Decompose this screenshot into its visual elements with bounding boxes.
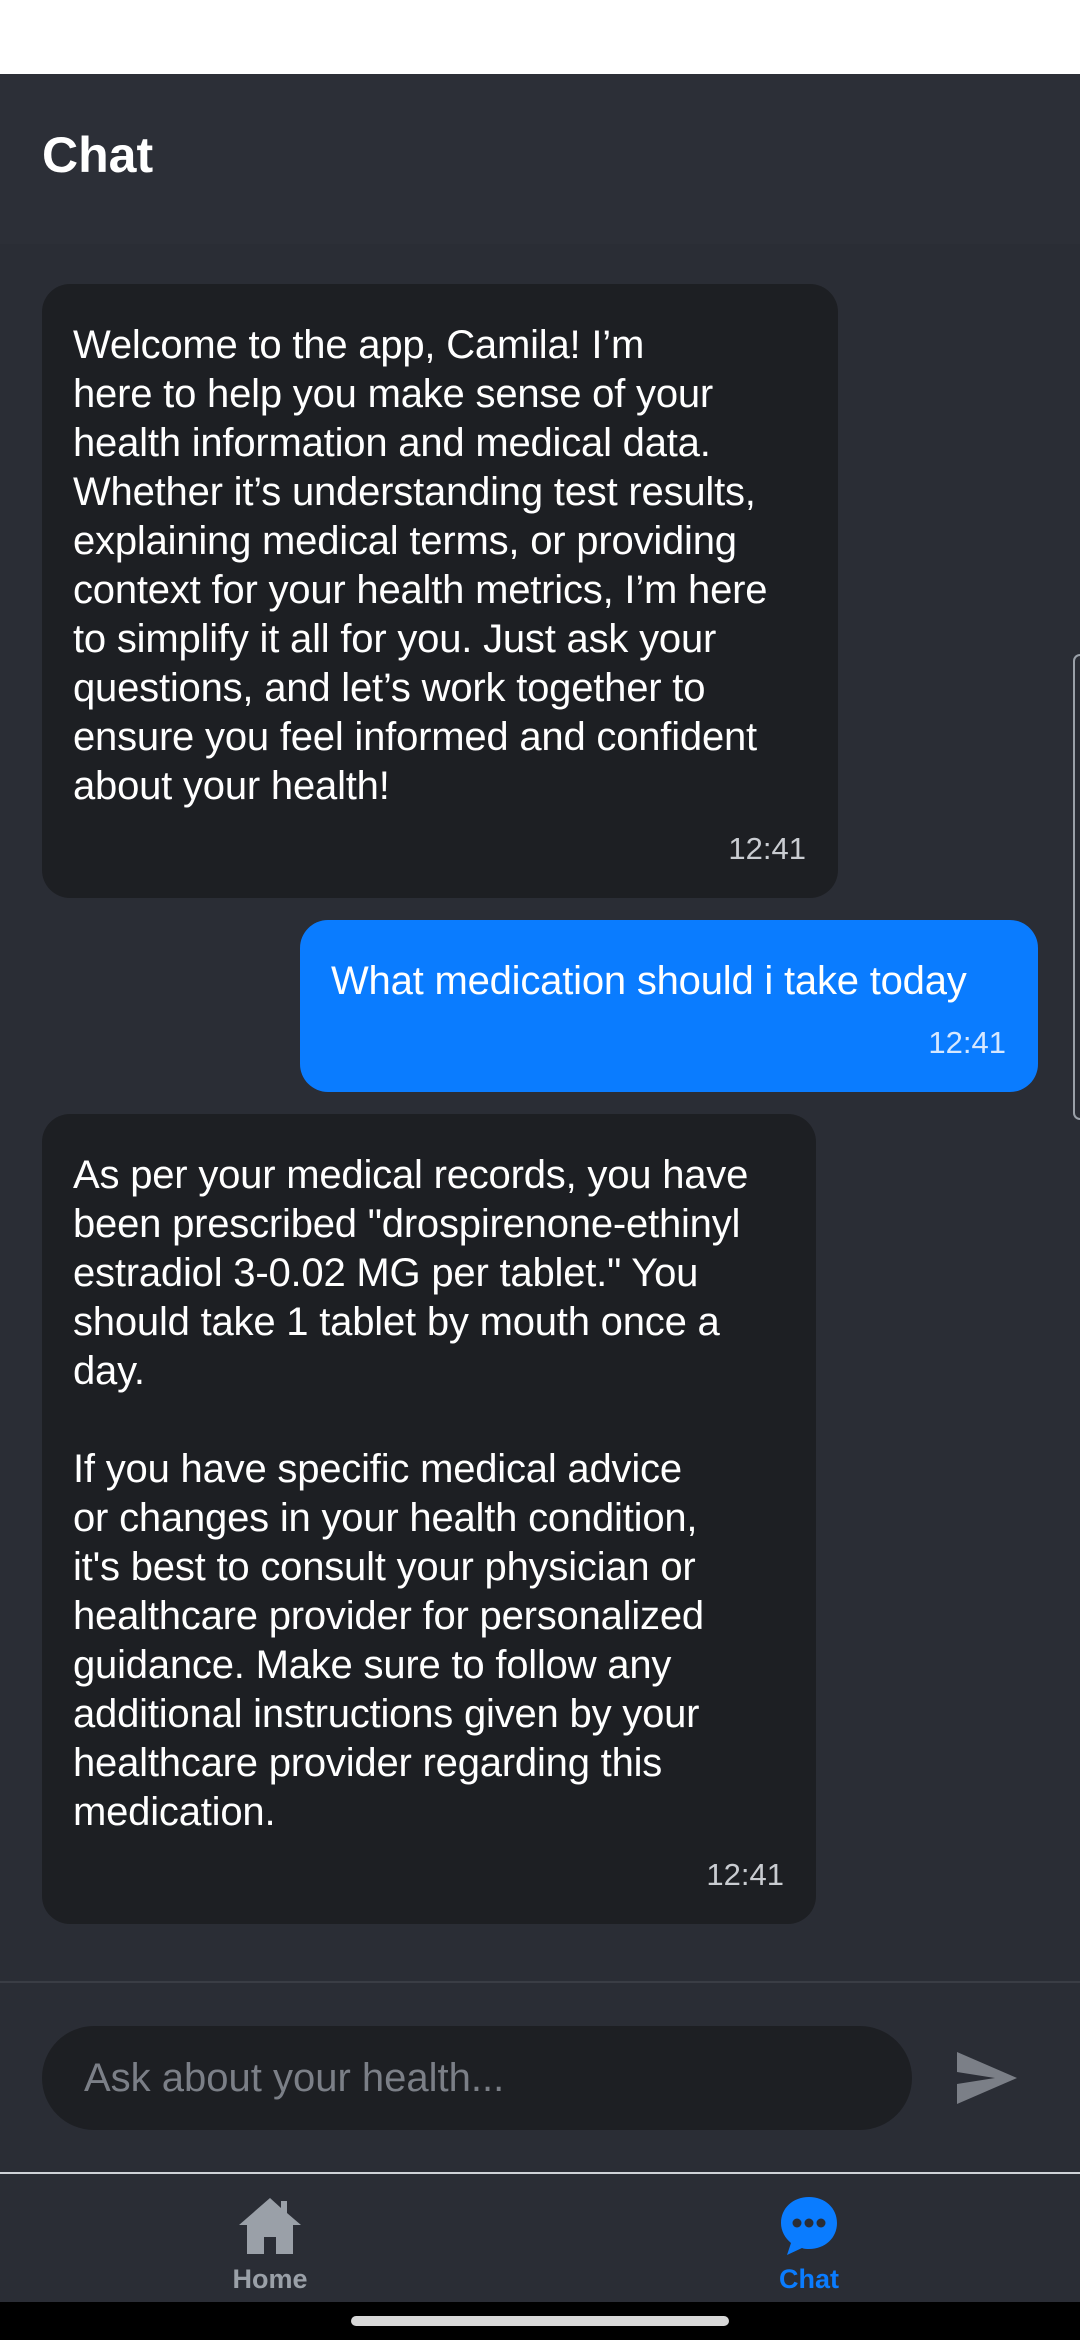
send-button[interactable] xyxy=(952,2043,1022,2113)
user-message-bubble: What medication should i take today 12:4… xyxy=(300,920,1038,1092)
message-timestamp: 12:41 xyxy=(706,1857,784,1892)
bot-message-bubble: Welcome to the app, Camila! I’m here to … xyxy=(42,284,838,898)
chat-input[interactable] xyxy=(42,2026,912,2130)
app-header: Chat xyxy=(0,74,1080,244)
message-composer xyxy=(0,1981,1080,2172)
message-timestamp: 12:41 xyxy=(728,831,806,866)
status-bar xyxy=(0,0,1080,74)
page-title: Chat xyxy=(42,127,154,183)
home-gesture-handle[interactable] xyxy=(351,2316,729,2326)
chat-bubble-icon xyxy=(777,2192,841,2260)
home-icon xyxy=(237,2192,303,2260)
send-icon xyxy=(957,2052,1017,2104)
message-text: As per your medical records, you have be… xyxy=(73,1153,749,1834)
scroll-indicator xyxy=(1073,654,1080,1120)
bottom-navigation: Home Chat xyxy=(0,2174,1080,2302)
message-text: What medication should i take today xyxy=(331,959,967,1003)
message-timestamp: 12:41 xyxy=(928,1025,1006,1060)
nav-item-chat[interactable]: Chat xyxy=(709,2174,909,2302)
bot-message-bubble: As per your medical records, you have be… xyxy=(42,1114,816,1924)
system-gesture-bar xyxy=(0,2302,1080,2340)
message-text: Welcome to the app, Camila! I’m here to … xyxy=(73,323,768,808)
nav-label-chat: Chat xyxy=(779,2264,839,2294)
nav-label-home: Home xyxy=(232,2264,308,2294)
nav-item-home[interactable]: Home xyxy=(170,2174,370,2302)
